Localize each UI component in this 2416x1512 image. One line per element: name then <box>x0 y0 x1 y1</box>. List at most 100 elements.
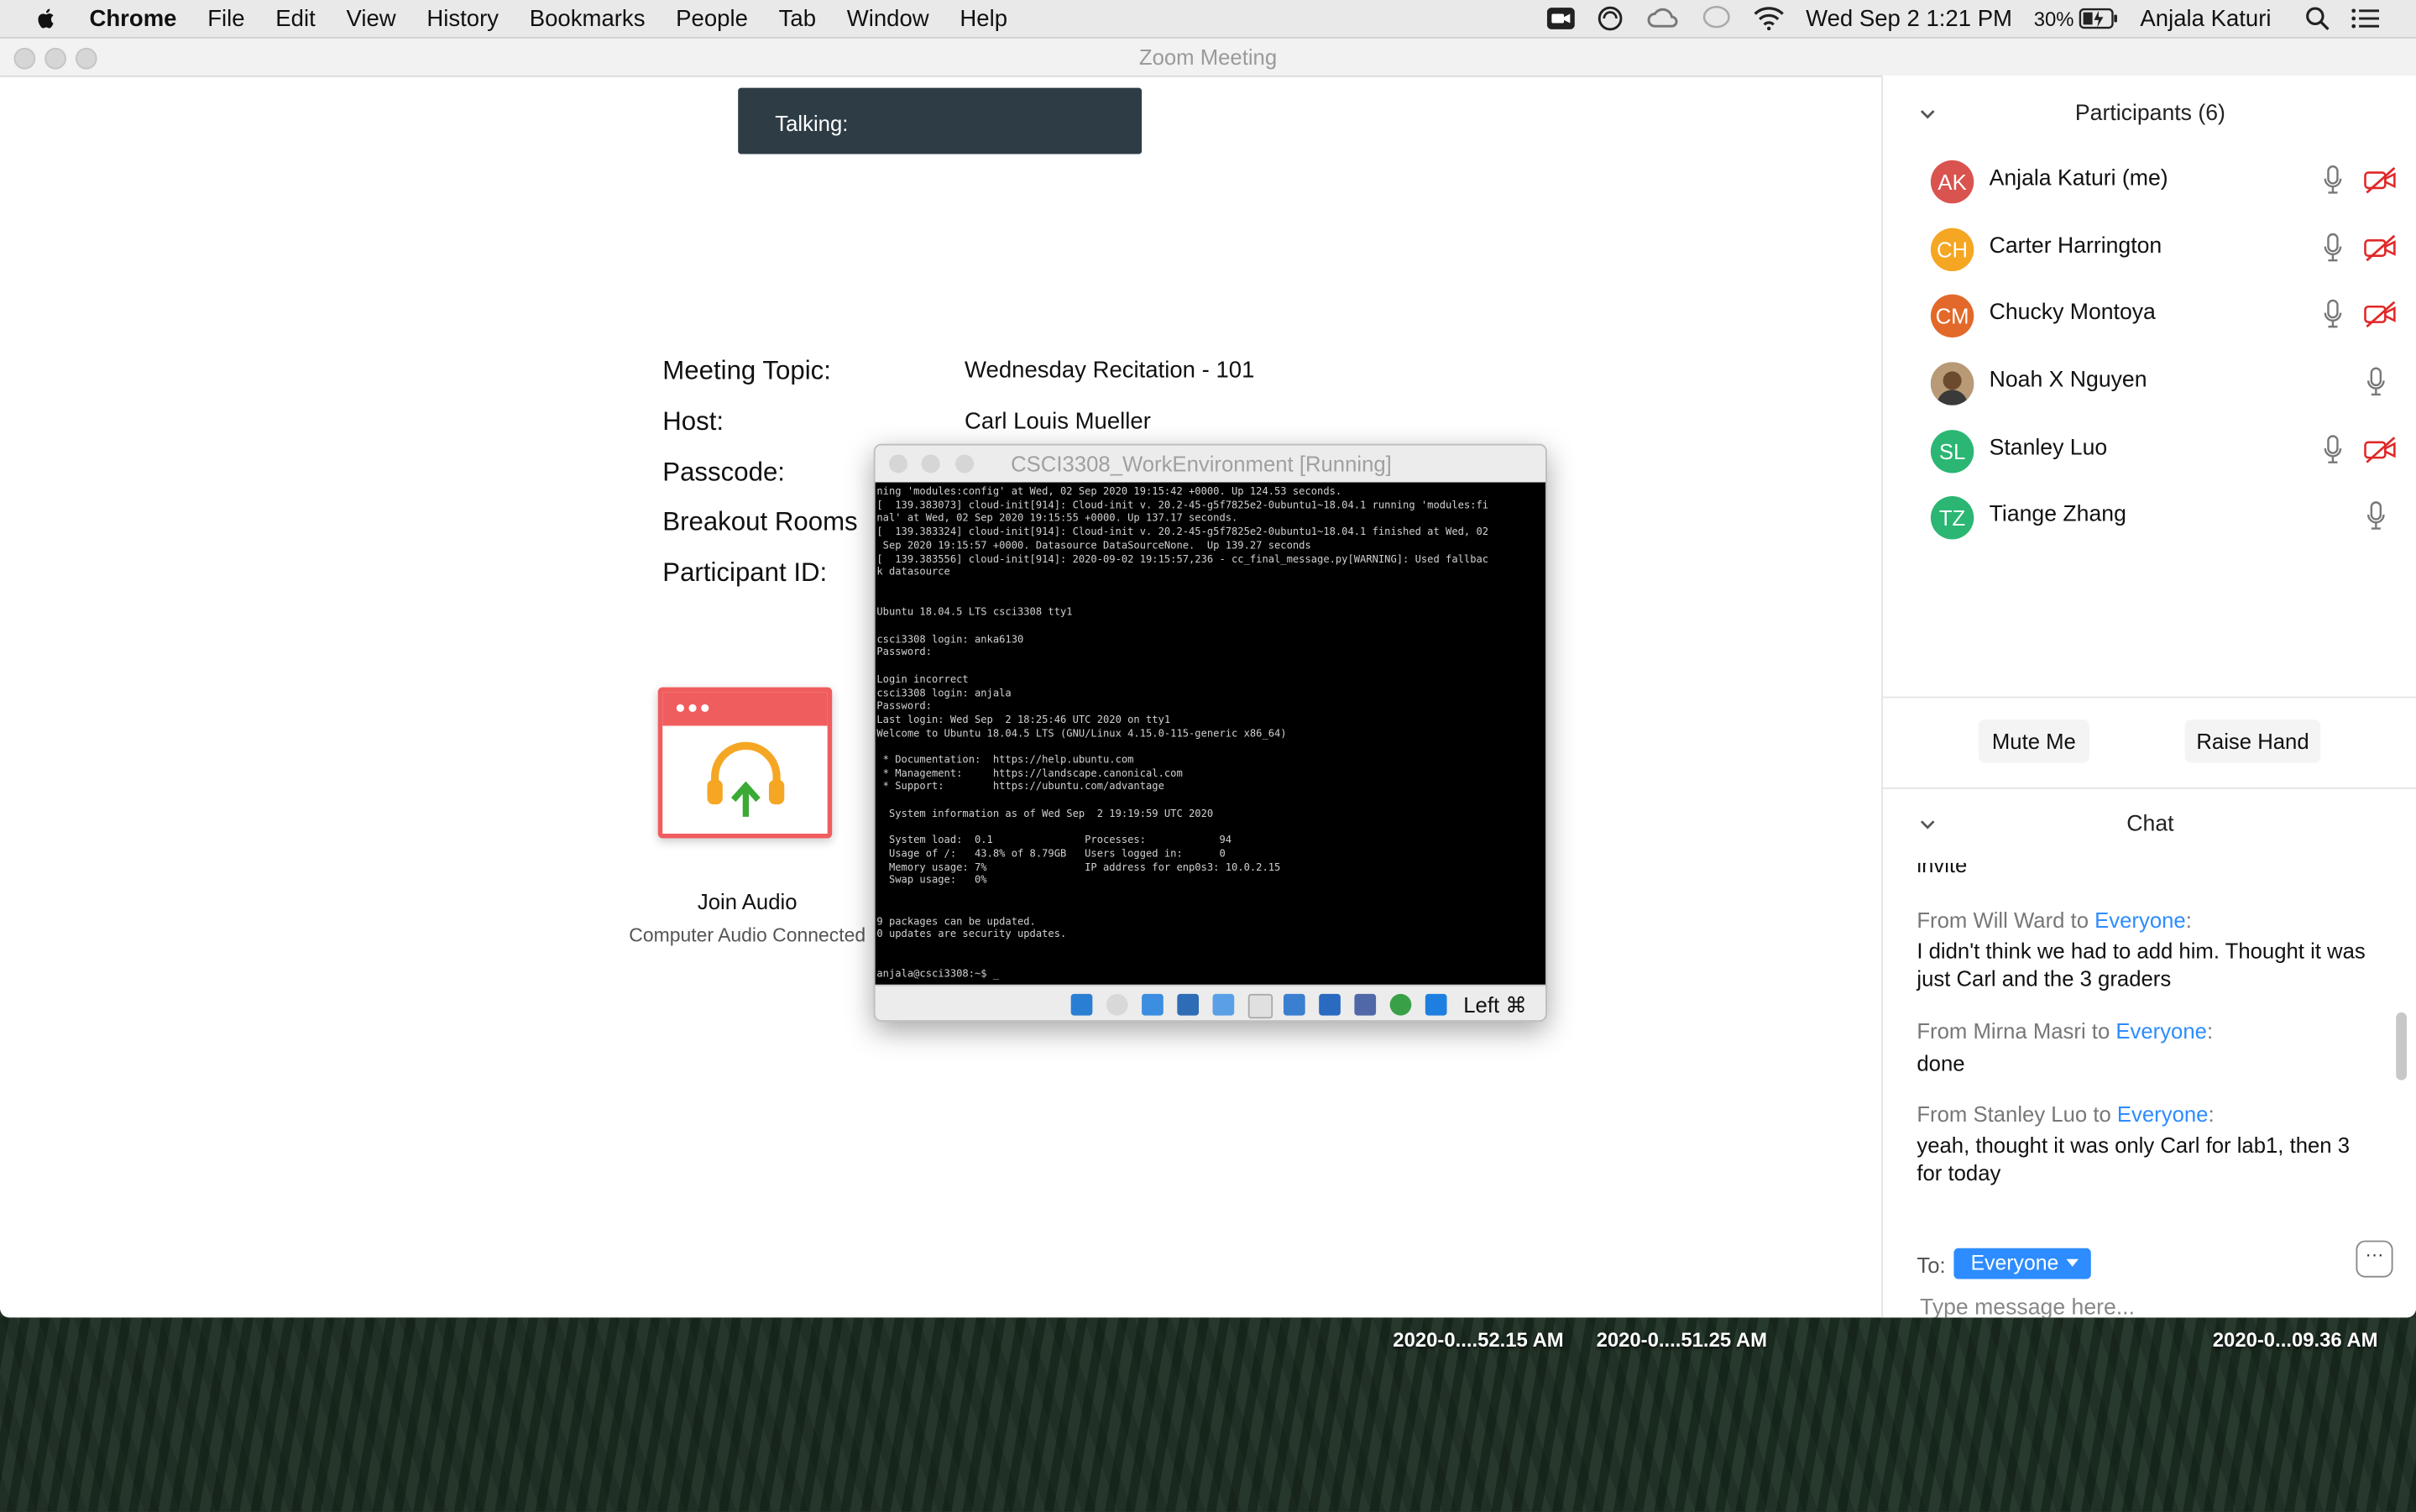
microphone-icon[interactable] <box>2324 299 2342 330</box>
video-off-icon[interactable] <box>2364 436 2398 463</box>
menu-bookmarks[interactable]: Bookmarks <box>530 5 646 31</box>
zoom-status-icon[interactable] <box>1546 6 1575 30</box>
apple-menu-icon[interactable] <box>34 6 58 30</box>
vbox-zoom-button[interactable] <box>955 454 975 473</box>
avatar: CM <box>1930 294 1974 337</box>
chat-text: I didn't think we had to add him. Though… <box>1917 938 2366 991</box>
hard-disk-icon[interactable] <box>1070 993 1093 1016</box>
participant-row[interactable]: Noah X Nguyen <box>1883 362 2416 430</box>
menu-window[interactable]: Window <box>847 5 929 31</box>
menu-chrome[interactable]: Chrome <box>89 5 176 31</box>
desktop-file-1[interactable]: 2020-0....52.15 AM <box>1393 1328 1563 1352</box>
chat-text: done <box>1917 1050 1965 1076</box>
chat-scrollbar[interactable] <box>2396 1012 2408 1080</box>
vbox-statusbar: Left ⌘ <box>875 984 1546 1021</box>
audio-device-icon[interactable] <box>1142 993 1164 1016</box>
microphone-icon[interactable] <box>2366 367 2385 398</box>
avatar: SL <box>1930 430 1974 473</box>
vbox-title: CSCI3308_WorkEnvironment [Running] <box>1011 451 1392 477</box>
chat-message-input[interactable]: Type message here... <box>1920 1296 2135 1318</box>
microphone-icon[interactable] <box>2324 165 2342 196</box>
audio-status: Computer Audio Connected <box>629 924 866 946</box>
vbox-titlebar: CSCI3308_WorkEnvironment [Running] <box>875 445 1546 483</box>
participant-row[interactable]: CH Carter Harrington <box>1883 228 2416 296</box>
chat-message: From Mirna Masri to Everyone: done <box>1917 1017 2379 1077</box>
menu-edit[interactable]: Edit <box>275 5 315 31</box>
participant-row[interactable]: AK Anjala Katuri (me) <box>1883 160 2416 228</box>
menu-history[interactable]: History <box>426 5 499 31</box>
chat-recipient[interactable]: Everyone <box>2094 908 2186 932</box>
menu-tab[interactable]: Tab <box>779 5 816 31</box>
chat-recipient-value: Everyone <box>1970 1251 2059 1274</box>
chat-sender: From Mirna Masri to <box>1917 1018 2116 1044</box>
participant-name: Stanley Luo <box>1989 436 2108 461</box>
terminal-output: ning 'modules:config' at Wed, 02 Sep 202… <box>876 485 1489 981</box>
usb-icon[interactable] <box>1212 993 1235 1016</box>
chat-message: From Will Ward to Everyone: I didn't thi… <box>1917 906 2379 992</box>
chat-messages[interactable]: invite From Will Ward to Everyone: I did… <box>1883 863 2394 1228</box>
sync-icon[interactable] <box>1596 5 1624 33</box>
messages-icon[interactable] <box>1701 5 1732 33</box>
side-panel: Participants (6) AK Anjala Katuri (me) C… <box>1881 75 2416 1318</box>
menu-file[interactable]: File <box>207 5 244 31</box>
microphone-icon[interactable] <box>2324 435 2342 466</box>
audio-card-header <box>662 692 828 726</box>
headphones-icon <box>707 741 785 817</box>
mouse-integration-icon[interactable] <box>1425 993 1447 1016</box>
optical-drive-icon[interactable] <box>1106 993 1128 1016</box>
participant-row[interactable]: CM Chucky Montoya <box>1883 294 2416 363</box>
participant-name: Anjala Katuri (me) <box>1989 166 2168 191</box>
spotlight-search-icon[interactable] <box>2305 6 2330 31</box>
wifi-icon[interactable] <box>1754 6 1785 31</box>
recording-icon[interactable] <box>1319 993 1341 1016</box>
vbox-minimize-button[interactable] <box>921 454 940 473</box>
avatar: AK <box>1930 160 1974 204</box>
menu-help[interactable]: Help <box>960 5 1007 31</box>
divider <box>1882 787 2416 789</box>
passcode-label: Passcode: <box>662 458 785 488</box>
chat-more-button[interactable]: ··· <box>2356 1240 2393 1278</box>
network-icon[interactable] <box>1177 993 1200 1016</box>
creative-cloud-icon[interactable] <box>1645 6 1679 30</box>
desktop-file-3[interactable]: 2020-0...09.36 AM <box>2213 1328 2378 1352</box>
desktop-file-2[interactable]: 2020-0....51.25 AM <box>1597 1328 1767 1352</box>
chat-message: From Stanley Luo to Everyone: yeah, thou… <box>1917 1101 2379 1187</box>
window-titlebar: Zoom Meeting <box>0 38 2416 77</box>
join-audio-label[interactable]: Join Audio <box>625 889 869 913</box>
host-key-indicator[interactable]: Left ⌘ <box>1463 992 1527 1018</box>
vbox-close-button[interactable] <box>889 454 908 473</box>
notification-center-icon[interactable] <box>2351 8 2380 29</box>
microphone-icon[interactable] <box>2324 233 2342 264</box>
colon: : <box>2206 1018 2214 1044</box>
avatar: TZ <box>1930 496 1974 540</box>
menu-people[interactable]: People <box>676 5 748 31</box>
display-icon[interactable] <box>1283 993 1305 1016</box>
cpu-icon[interactable] <box>1354 993 1377 1016</box>
guest-additions-icon[interactable] <box>1389 993 1412 1016</box>
clock[interactable]: Wed Sep 2 1:21 PM <box>1806 5 2012 31</box>
microphone-icon[interactable] <box>2366 501 2385 532</box>
chat-recipient-dropdown[interactable]: Everyone <box>1953 1248 2091 1279</box>
dot <box>676 704 684 713</box>
chat-recipient[interactable]: Everyone <box>2117 1101 2209 1126</box>
status-area: Wed Sep 2 1:21 PM 30% Anjala Katuri <box>1546 0 2416 37</box>
battery-charging-icon[interactable] <box>2079 8 2119 29</box>
participant-row[interactable]: TZ Tiange Zhang <box>1883 496 2416 564</box>
colon: : <box>2208 1101 2215 1127</box>
chat-recipient[interactable]: Everyone <box>2115 1018 2207 1043</box>
join-audio-button[interactable] <box>657 687 833 839</box>
vm-terminal[interactable]: ning 'modules:config' at Wed, 02 Sep 202… <box>875 482 1546 985</box>
user-name[interactable]: Anjala Katuri <box>2140 5 2271 31</box>
raise-hand-button[interactable]: Raise Hand <box>2184 719 2321 763</box>
shared-folders-icon[interactable] <box>1247 993 1273 1019</box>
menu-view[interactable]: View <box>346 5 395 31</box>
participants-header: Participants (6) <box>2074 102 2225 127</box>
video-off-icon[interactable] <box>2364 301 2398 328</box>
video-off-icon[interactable] <box>2364 234 2398 262</box>
participant-row[interactable]: SL Stanley Luo <box>1883 430 2416 498</box>
meeting-topic-label: Meeting Topic: <box>662 356 831 385</box>
host-value: Carl Louis Mueller <box>965 408 1151 435</box>
video-off-icon[interactable] <box>2364 166 2398 194</box>
participant-name: Chucky Montoya <box>1989 300 2156 326</box>
mute-me-button[interactable]: Mute Me <box>1978 719 2089 763</box>
